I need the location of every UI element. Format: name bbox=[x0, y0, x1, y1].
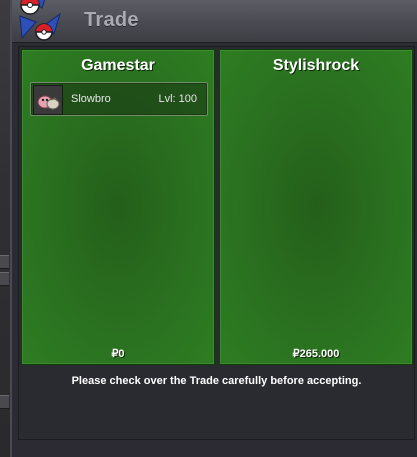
trade-content: Gamestar Slowbro Lvl: 100 ₽0 Stylishrock… bbox=[18, 46, 415, 440]
trade-item-row[interactable]: Slowbro Lvl: 100 bbox=[30, 82, 208, 116]
background-tab bbox=[0, 272, 9, 286]
player-name-right: Stylishrock bbox=[272, 57, 360, 74]
offer-panel-left: Gamestar Slowbro Lvl: 100 ₽0 bbox=[21, 49, 215, 365]
background-tab bbox=[0, 255, 9, 269]
game-screen: Trade Gamestar Slowbro Lvl: 100 ₽0 Styli… bbox=[0, 0, 417, 457]
player-name-left: Gamestar bbox=[81, 57, 155, 74]
item-level: Lvl: 100 bbox=[158, 93, 197, 105]
slowbro-sprite-icon bbox=[33, 85, 63, 115]
window-title: Trade bbox=[84, 9, 139, 31]
money-offer-right: ₽265.000 bbox=[292, 348, 340, 360]
trade-notice: Please check over the Trade carefully be… bbox=[71, 375, 362, 387]
trade-window: Trade Gamestar Slowbro Lvl: 100 ₽0 Styli… bbox=[10, 0, 417, 457]
money-offer-left: ₽0 bbox=[111, 348, 125, 360]
item-name: Slowbro bbox=[71, 93, 111, 105]
offer-panel-right: Stylishrock ₽265.000 bbox=[219, 49, 413, 365]
pokeball-wings-icon bbox=[19, 0, 61, 41]
background-tab bbox=[0, 395, 9, 409]
